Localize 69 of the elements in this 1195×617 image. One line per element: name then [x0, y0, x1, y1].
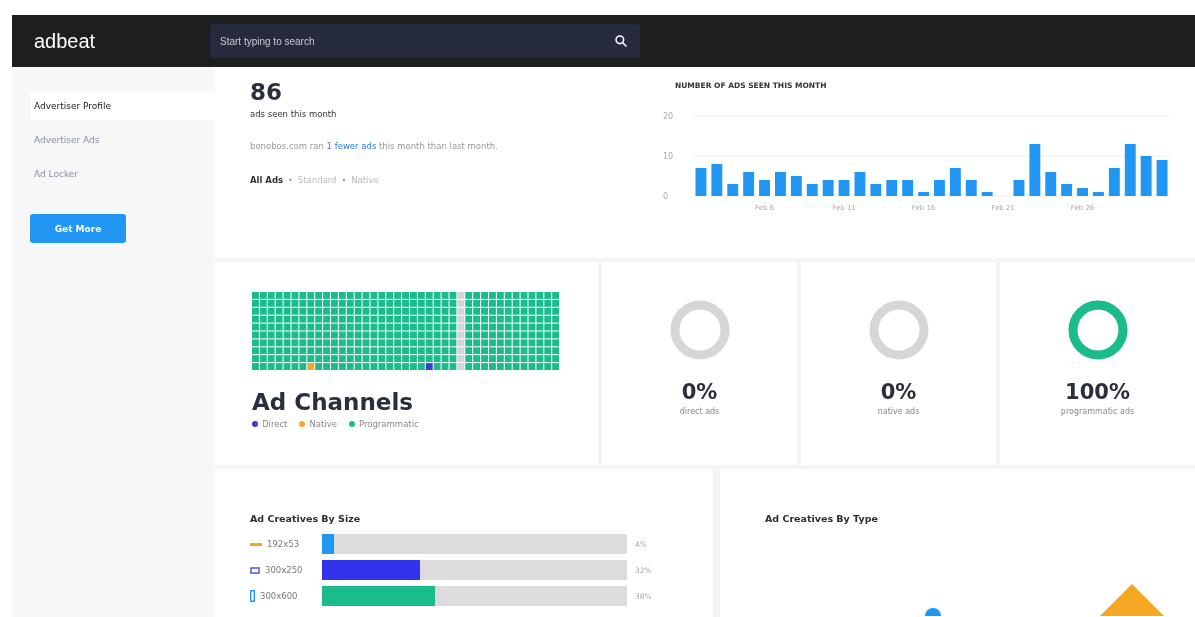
bar [965, 180, 977, 196]
bar [981, 192, 993, 196]
sidebar-item[interactable]: Advertiser Profile [30, 92, 215, 120]
bar [727, 184, 739, 196]
bar [902, 180, 914, 196]
count-caption: ads seen this month [250, 109, 338, 119]
bar [949, 168, 961, 196]
bar [918, 192, 929, 196]
size-label: 192x53 [267, 539, 300, 549]
stat-caption: direct ads [679, 407, 720, 416]
bar [711, 164, 723, 196]
bar [1077, 188, 1088, 196]
bar [854, 172, 866, 196]
stat-caption: native ads [877, 407, 920, 416]
tall-rectangle-icon [250, 590, 255, 602]
bar [1045, 172, 1057, 196]
section-title: Ad Creatives By Type [765, 513, 879, 524]
stat-value: 100% [1065, 380, 1130, 404]
ads-count: 86 [250, 79, 283, 105]
search-icon[interactable] [614, 34, 628, 48]
separator-dot: • [341, 175, 347, 185]
bar [1013, 180, 1025, 196]
filter-tab[interactable]: All Ads [250, 175, 284, 185]
size-label: 300x250 [265, 565, 303, 575]
axis-tick-label: 0 [663, 192, 669, 201]
stat-value: 0% [681, 380, 718, 404]
dash-icon [250, 542, 262, 546]
legend-label: Native [309, 419, 337, 429]
axis-tick-label: 20 [663, 112, 674, 121]
comparison-sentence: bonobos.com ran 1 fewer ads this month than last month. [250, 141, 499, 151]
legend-label: Direct [262, 419, 288, 429]
bar [695, 168, 707, 196]
get-more-button[interactable]: Get More [30, 214, 126, 243]
search-field[interactable]: Start typing to search [210, 24, 640, 58]
bar [759, 180, 770, 196]
stat-value: 0% [880, 380, 917, 404]
bar [1093, 192, 1104, 196]
fewer-ads-link[interactable]: 1 fewer ads [326, 141, 377, 151]
bar [743, 172, 755, 196]
legend-label: Programmatic [359, 419, 419, 429]
bar [934, 180, 945, 196]
sidebar-item[interactable]: Advertiser Ads [30, 126, 215, 154]
axis-tick-label: 10 [663, 152, 674, 161]
donut-chart [1068, 300, 1127, 360]
bar [886, 180, 898, 196]
bar [1156, 160, 1168, 196]
filter-tab[interactable]: Native [351, 175, 379, 185]
bar [1029, 144, 1041, 196]
bar [870, 184, 882, 196]
bar [822, 180, 834, 196]
logo[interactable]: adbeat [12, 29, 210, 53]
separator-dot: • [288, 175, 293, 185]
donut-chart [670, 300, 729, 360]
sidebar-item[interactable]: Ad Locker [30, 160, 215, 188]
bar [1061, 184, 1073, 196]
bar [1124, 144, 1136, 196]
section-title: Ad Creatives By Size [250, 513, 362, 524]
size-label: 300x600 [260, 591, 298, 601]
bar [775, 172, 786, 196]
stat-caption: programmatic ads [1060, 407, 1135, 416]
bar [1108, 168, 1120, 196]
filter-tab[interactable]: Standard [297, 175, 337, 185]
bar [790, 176, 802, 196]
rectangle-icon [250, 566, 260, 574]
channels-title: Ad Channels [252, 389, 414, 415]
bar [806, 184, 818, 196]
donut-chart [869, 300, 928, 360]
bar [1140, 156, 1152, 196]
bar [838, 180, 850, 196]
